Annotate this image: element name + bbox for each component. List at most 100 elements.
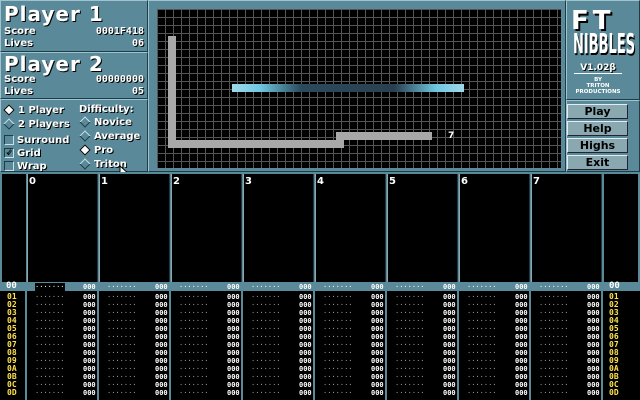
pattern-value: 000	[443, 333, 456, 341]
pattern-value: 000	[587, 365, 600, 373]
current-row-number-left: 00	[6, 281, 17, 291]
food-number: 7	[448, 131, 455, 141]
player2-snake	[232, 84, 464, 92]
tracker-left-margin	[2, 174, 26, 282]
checkbox-grid[interactable]: ✓ Grid	[4, 147, 41, 159]
radio-pro[interactable]: Pro	[79, 144, 113, 156]
checkmark-icon: ✓	[4, 147, 14, 158]
help-button[interactable]: Help	[567, 121, 628, 136]
player2-score: 00000000	[95, 74, 144, 85]
pattern-value: 000	[155, 365, 168, 373]
highs-button[interactable]: Highs	[567, 138, 628, 153]
pattern-note: ·······	[251, 373, 281, 381]
pattern-value: 000	[299, 309, 312, 317]
pattern-value: 000	[587, 381, 600, 389]
pattern-value: 000	[83, 333, 96, 341]
pattern-note: ·······	[467, 349, 497, 357]
pattern-note: ·······	[107, 389, 137, 397]
checkbox-box	[4, 161, 14, 171]
pattern-value: 000	[443, 349, 456, 357]
pattern-value: 000	[587, 301, 600, 309]
pattern-note: ·······	[539, 325, 569, 333]
pattern-note: ·······	[323, 341, 353, 349]
channel-scope	[99, 174, 170, 282]
pattern-value: 000	[515, 341, 528, 349]
pattern-note: ·······	[467, 301, 497, 309]
pattern-note: ·······	[179, 349, 209, 357]
pattern-note: ·······	[467, 333, 497, 341]
current-row-value: 000	[83, 283, 96, 291]
pattern-note: ·······	[467, 365, 497, 373]
pattern-note: ·······	[539, 373, 569, 381]
pattern-note: ·······	[107, 365, 137, 373]
player1-title: Player 1	[4, 2, 104, 26]
pattern-value: 000	[371, 317, 384, 325]
pattern-note: ·······	[179, 357, 209, 365]
pattern-value: 000	[587, 293, 600, 301]
pattern-value: 000	[299, 349, 312, 357]
pattern-value: 000	[515, 293, 528, 301]
pattern-note: ·······	[107, 309, 137, 317]
column-separator	[25, 290, 27, 400]
pattern-value: 000	[155, 293, 168, 301]
pattern-note: ·······	[179, 301, 209, 309]
radio-diamond-icon	[79, 130, 91, 142]
pattern-value: 000	[443, 309, 456, 317]
player2-lives: 05	[131, 86, 144, 97]
current-row-value: 000	[299, 283, 312, 291]
current-row-note: ·······	[323, 283, 353, 291]
pattern-note: ·······	[323, 365, 353, 373]
pattern-note: ·······	[539, 341, 569, 349]
pattern-note: ·······	[35, 365, 65, 373]
channel-scope	[459, 174, 530, 282]
pattern-value: 000	[587, 333, 600, 341]
pattern-value: 000	[299, 333, 312, 341]
play-button[interactable]: Play	[567, 104, 628, 119]
row-number: 0D	[609, 388, 619, 397]
pattern-value: 000	[443, 381, 456, 389]
pattern-note: ·······	[35, 373, 65, 381]
pattern-note: ·······	[107, 373, 137, 381]
checkbox-box	[4, 135, 14, 145]
channel-number: 2	[173, 176, 180, 187]
pattern-value: 000	[371, 293, 384, 301]
pattern-value: 000	[299, 341, 312, 349]
pattern-value: 000	[371, 349, 384, 357]
pattern-value: 000	[587, 317, 600, 325]
player1-lives-label: Lives	[4, 38, 34, 49]
pattern-note: ·······	[467, 373, 497, 381]
pattern-note: ·······	[107, 341, 137, 349]
pattern-note: ·······	[323, 373, 353, 381]
pattern-note: ·······	[323, 309, 353, 317]
checkbox-wrap[interactable]: Wrap	[4, 160, 47, 172]
pattern-value: 000	[227, 357, 240, 365]
pattern-note: ·······	[35, 341, 65, 349]
radio-2-players[interactable]: 2 Players	[3, 118, 70, 130]
column-separator	[457, 290, 459, 400]
exit-button[interactable]: Exit	[567, 155, 628, 170]
pattern-value: 000	[155, 357, 168, 365]
tracker-right-margin	[604, 174, 638, 282]
pattern-value: 000	[587, 389, 600, 397]
pattern-note: ·······	[395, 373, 425, 381]
pattern-value: 000	[227, 341, 240, 349]
pattern-note: ·······	[467, 389, 497, 397]
radio-average[interactable]: Average	[79, 130, 140, 142]
radio-diamond-icon	[79, 158, 91, 170]
current-row-note: ·······	[539, 283, 569, 291]
radio-novice[interactable]: Novice	[79, 116, 132, 128]
pattern-note: ·······	[539, 333, 569, 341]
channel-number: 6	[461, 176, 468, 187]
pattern-value: 000	[587, 341, 600, 349]
pattern-value: 000	[371, 309, 384, 317]
pattern-note: ·······	[251, 357, 281, 365]
radio-1-player[interactable]: 1 Player	[3, 104, 64, 116]
pattern-note: ·······	[323, 301, 353, 309]
checkbox-surround[interactable]: Surround	[4, 134, 69, 146]
pattern-note: ·······	[323, 389, 353, 397]
player1-snake	[168, 36, 176, 148]
pattern-note: ·······	[179, 309, 209, 317]
channel-number: 7	[533, 176, 540, 187]
player2-score-label: Score	[4, 74, 36, 85]
channel-number: 5	[389, 176, 396, 187]
